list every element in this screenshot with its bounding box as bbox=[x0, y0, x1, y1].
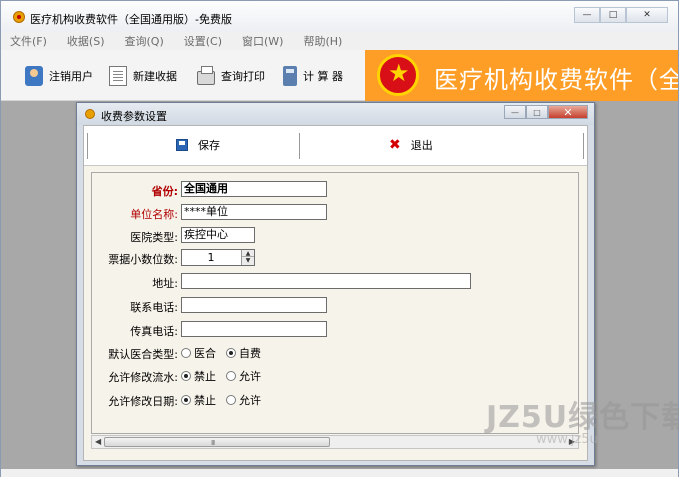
document-icon bbox=[109, 66, 127, 86]
brand-banner: 医疗机构收费软件（全 bbox=[365, 50, 678, 101]
province-label: 省份: bbox=[151, 185, 178, 198]
phone-field[interactable] bbox=[181, 297, 327, 313]
receipt-decimals-value: 1 bbox=[207, 251, 215, 264]
scroll-left-icon[interactable]: ◀ bbox=[95, 437, 101, 446]
printer-icon bbox=[197, 66, 215, 85]
radio-off-icon bbox=[226, 371, 236, 381]
date-option-allow[interactable]: 允许 bbox=[226, 392, 261, 408]
unit-name-field[interactable]: ****单位 bbox=[181, 204, 327, 220]
calculator-icon bbox=[283, 66, 297, 86]
allow-modify-serial-row: 允许修改流水: 禁止 允许 bbox=[92, 367, 572, 385]
receipt-decimals-label: 票据小数位数: bbox=[108, 253, 178, 266]
maximize-button[interactable]: □ bbox=[600, 7, 626, 23]
close-button[interactable]: ✕ bbox=[626, 7, 668, 23]
date-option-forbid[interactable]: 禁止 bbox=[181, 392, 216, 408]
user-icon bbox=[25, 66, 43, 86]
save-icon bbox=[176, 139, 188, 151]
unit-name-row: 单位名称: ****单位 bbox=[92, 204, 572, 222]
exit-x-icon: ✖ bbox=[389, 137, 401, 153]
save-button[interactable]: 保存 bbox=[176, 137, 220, 153]
hospital-type-label: 医院类型: bbox=[130, 231, 178, 244]
menu-window[interactable]: 窗口(W) bbox=[239, 33, 286, 49]
radio-on-icon bbox=[181, 395, 191, 405]
calculator-button[interactable]: 计 算 器 bbox=[283, 64, 343, 88]
window-title: 医疗机构收费软件（全国通用版）-免费版 bbox=[30, 13, 232, 26]
status-bar bbox=[1, 469, 678, 477]
menu-bar: 文件(F) 收据(S) 查询(Q) 设置(C) 窗口(W) 帮助(H) bbox=[1, 32, 678, 50]
toolbar-separator bbox=[583, 133, 584, 159]
radio-off-icon bbox=[226, 395, 236, 405]
dialog-maximize-button[interactable]: □ bbox=[526, 105, 548, 119]
insurance-option-medical[interactable]: 医合 bbox=[181, 345, 216, 361]
menu-file[interactable]: 文件(F) bbox=[7, 33, 50, 49]
calculator-label: 计 算 器 bbox=[303, 70, 343, 83]
fax-label: 传真电话: bbox=[130, 325, 178, 338]
hospital-type-row: 医院类型: 疾控中心 bbox=[92, 227, 572, 245]
menu-receipt[interactable]: 收据(S) bbox=[64, 33, 108, 49]
radio-off-icon bbox=[181, 348, 191, 358]
province-field[interactable]: 全国通用 bbox=[181, 181, 327, 197]
query-print-label: 查询打印 bbox=[221, 70, 265, 83]
serial-option-forbid[interactable]: 禁止 bbox=[181, 368, 216, 384]
app-logo-icon bbox=[13, 11, 25, 23]
dialog-title: 收费参数设置 bbox=[101, 110, 167, 123]
menu-help[interactable]: 帮助(H) bbox=[300, 33, 345, 49]
new-receipt-button[interactable]: 新建收据 bbox=[109, 64, 177, 88]
fax-row: 传真电话: bbox=[92, 321, 572, 339]
serial-option-allow[interactable]: 允许 bbox=[226, 368, 261, 384]
fax-field[interactable] bbox=[181, 321, 327, 337]
receipt-decimals-stepper[interactable]: 1 ▲ ▼ bbox=[181, 249, 255, 266]
menu-query[interactable]: 查询(Q) bbox=[122, 33, 167, 49]
toolbar-separator bbox=[299, 133, 300, 159]
phone-label: 联系电话: bbox=[130, 301, 178, 314]
toolbar-separator bbox=[87, 133, 88, 159]
logout-user-button[interactable]: 注销用户 bbox=[25, 64, 93, 88]
default-insurance-label: 默认医合类型: bbox=[108, 348, 178, 361]
default-insurance-row: 默认医合类型: 医合 自费 bbox=[92, 344, 572, 362]
title-bar: 医疗机构收费软件（全国通用版）-免费版 — □ ✕ bbox=[1, 1, 678, 32]
unit-name-label: 单位名称: bbox=[130, 208, 178, 221]
watermark-main: JZ5U绿色下载 bbox=[486, 400, 679, 435]
watermark-url: www.jz5u.com bbox=[536, 432, 630, 447]
star-emblem-icon bbox=[377, 54, 419, 96]
spin-down-icon[interactable]: ▼ bbox=[242, 257, 254, 264]
scroll-grip: III bbox=[211, 439, 215, 447]
scroll-thumb[interactable]: III bbox=[104, 437, 330, 447]
dialog-minimize-button[interactable]: — bbox=[504, 105, 526, 119]
query-print-button[interactable]: 查询打印 bbox=[197, 64, 265, 88]
radio-on-icon bbox=[226, 348, 236, 358]
dialog-toolbar: 保存 ✖ 退出 bbox=[84, 126, 587, 166]
logout-user-label: 注销用户 bbox=[49, 70, 93, 83]
allow-modify-date-label: 允许修改日期: bbox=[108, 395, 178, 408]
dialog-close-button[interactable]: ✕ bbox=[548, 105, 588, 119]
minimize-button[interactable]: — bbox=[574, 7, 600, 23]
exit-label: 退出 bbox=[410, 139, 433, 152]
province-row: 省份: 全国通用 bbox=[92, 181, 572, 199]
horizontal-scrollbar[interactable]: ◀ III ▶ bbox=[91, 435, 579, 449]
exit-button[interactable]: ✖ 退出 bbox=[389, 137, 433, 153]
address-label: 地址: bbox=[152, 277, 178, 290]
dialog-logo-icon bbox=[85, 109, 95, 119]
new-receipt-label: 新建收据 bbox=[133, 70, 177, 83]
address-row: 地址: bbox=[92, 273, 572, 291]
save-label: 保存 bbox=[198, 139, 220, 152]
phone-row: 联系电话: bbox=[92, 297, 572, 315]
receipt-decimals-row: 票据小数位数: 1 ▲ ▼ bbox=[92, 249, 572, 267]
address-field[interactable] bbox=[181, 273, 471, 289]
hospital-type-field[interactable]: 疾控中心 bbox=[181, 227, 255, 243]
spin-up-icon[interactable]: ▲ bbox=[242, 250, 254, 257]
banner-title: 医疗机构收费软件（全 bbox=[434, 66, 678, 94]
allow-modify-serial-label: 允许修改流水: bbox=[108, 371, 178, 384]
dialog-title-bar: 收费参数设置 — □ ✕ bbox=[77, 103, 594, 125]
radio-on-icon bbox=[181, 371, 191, 381]
insurance-option-self-pay[interactable]: 自费 bbox=[226, 345, 261, 361]
menu-settings[interactable]: 设置(C) bbox=[181, 33, 225, 49]
